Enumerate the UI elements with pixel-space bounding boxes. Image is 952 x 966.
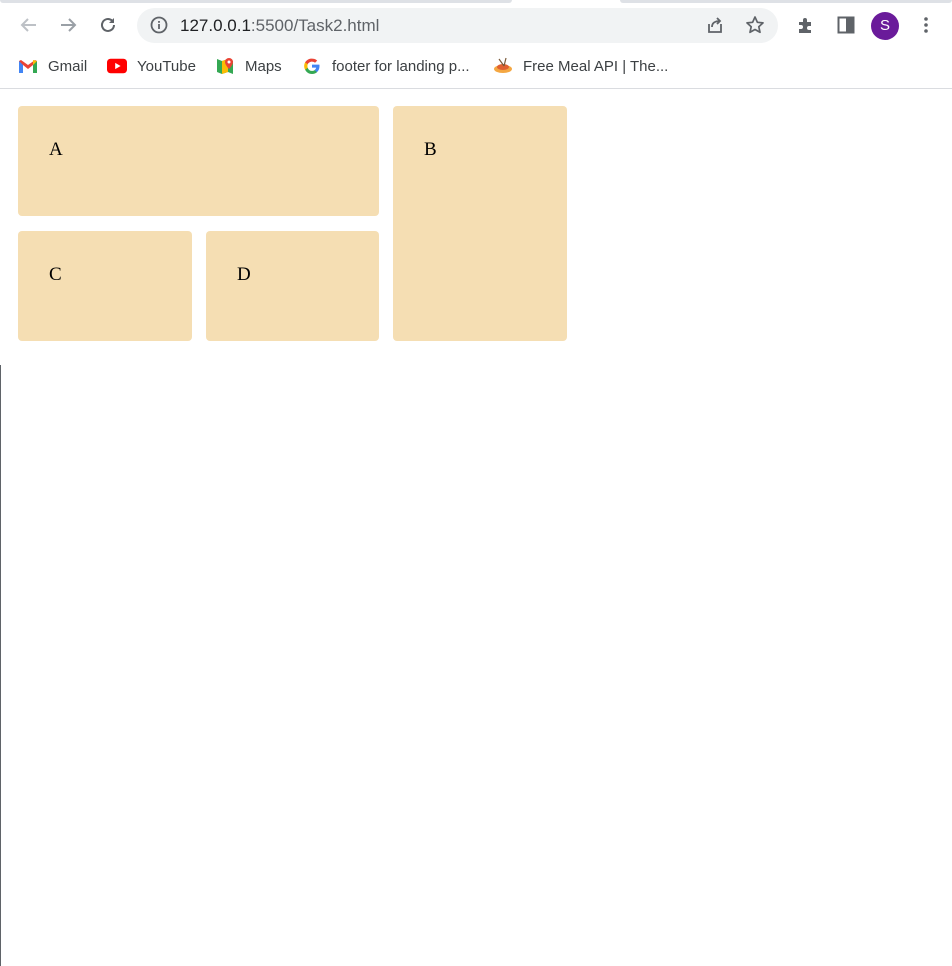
grid-box-label: A <box>49 139 63 160</box>
bookmark-maps[interactable]: Maps <box>215 46 282 86</box>
bookmark-gmail[interactable]: Gmail <box>18 46 87 86</box>
share-button[interactable] <box>699 9 731 41</box>
extensions-button[interactable] <box>790 9 822 41</box>
profile-avatar[interactable]: S <box>871 12 899 40</box>
bookmark-footer[interactable]: footer for landing p... <box>302 46 470 86</box>
bookmark-label: YouTube <box>137 57 196 75</box>
side-panel-button[interactable] <box>830 9 862 41</box>
bookmark-free-meal[interactable]: Free Meal API | The... <box>493 46 668 86</box>
grid-box-c: C <box>18 231 192 341</box>
more-vert-icon <box>924 17 928 33</box>
back-arrow-icon <box>20 18 36 32</box>
url-host: 127.0.0.1 <box>180 16 251 35</box>
bookmark-label: Maps <box>245 57 282 75</box>
forward-button[interactable] <box>52 9 84 41</box>
grid-box-label: C <box>49 264 62 285</box>
grid-box-label: D <box>237 264 251 285</box>
bookmark-label: footer for landing p... <box>332 57 470 75</box>
reload-icon <box>101 17 115 32</box>
grid-box-a: A <box>18 106 379 216</box>
url-text: 127.0.0.1:5500/Task2.html <box>180 8 379 43</box>
gmail-icon <box>18 56 38 76</box>
bookmark-star-button[interactable] <box>739 9 771 41</box>
youtube-icon <box>107 56 127 76</box>
forward-arrow-icon <box>61 18 77 32</box>
site-info-button[interactable] <box>143 9 175 41</box>
url-path: :5500/Task2.html <box>250 16 380 35</box>
maps-icon <box>215 56 235 76</box>
back-button[interactable] <box>13 9 45 41</box>
bookmark-label: Gmail <box>48 57 88 75</box>
bookmark-label: Free Meal API | The... <box>523 57 669 75</box>
info-icon <box>150 16 168 34</box>
bookmark-youtube[interactable]: YouTube <box>107 46 196 86</box>
meal-icon <box>493 56 513 76</box>
google-icon <box>302 56 322 76</box>
reload-button[interactable] <box>92 9 124 41</box>
side-panel-icon <box>837 16 855 34</box>
share-icon <box>708 17 722 33</box>
window-edge <box>0 365 1 966</box>
grid-box-label: B <box>424 139 437 160</box>
menu-button[interactable] <box>910 9 942 41</box>
browser-toolbar: 127.0.0.1:5500/Task2.html S <box>0 3 952 46</box>
grid-box-d: D <box>206 231 379 341</box>
address-bar[interactable]: 127.0.0.1:5500/Task2.html <box>137 8 778 43</box>
bookmarks-bar: Gmail YouTube Maps footer for landing p.… <box>0 46 952 89</box>
extensions-icon <box>799 18 811 33</box>
grid-box-b: B <box>393 106 567 341</box>
star-icon <box>746 16 764 34</box>
